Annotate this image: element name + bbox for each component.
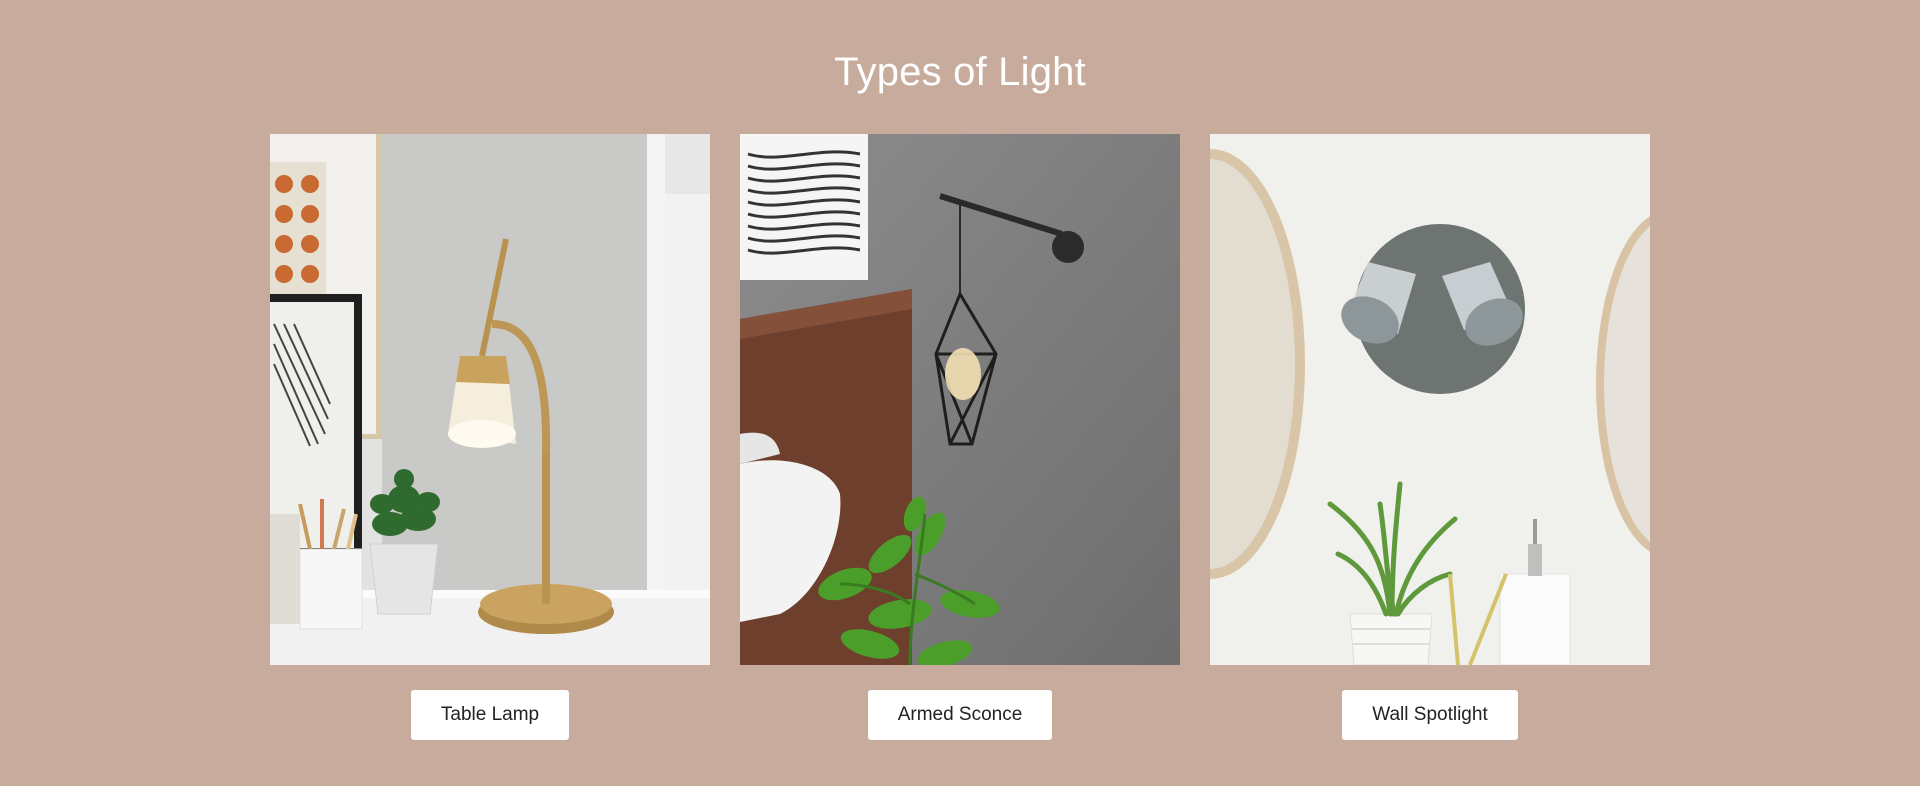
wall-spotlight-photo bbox=[1210, 134, 1650, 665]
cta-wrap: Wall Spotlight bbox=[1210, 690, 1650, 740]
types-of-light-section: Types of Light Table Lamp Armed Sconce W… bbox=[0, 0, 1920, 786]
armed-sconce-button[interactable]: Armed Sconce bbox=[867, 690, 1053, 740]
table-lamp-photo bbox=[270, 134, 710, 665]
cta-wrap: Table Lamp bbox=[270, 690, 710, 740]
section-title: Types of Light bbox=[834, 50, 1086, 94]
table-lamp-image[interactable] bbox=[270, 134, 710, 665]
card-wall-spotlight: Wall Spotlight bbox=[1210, 134, 1650, 740]
wall-spotlight-button[interactable]: Wall Spotlight bbox=[1342, 690, 1518, 740]
armed-sconce-image[interactable] bbox=[740, 134, 1180, 665]
wall-spotlight-image[interactable] bbox=[1210, 134, 1650, 665]
card-armed-sconce: Armed Sconce bbox=[740, 134, 1180, 740]
card-table-lamp: Table Lamp bbox=[270, 134, 710, 740]
table-lamp-button[interactable]: Table Lamp bbox=[410, 690, 570, 740]
cta-wrap: Armed Sconce bbox=[740, 690, 1180, 740]
armed-sconce-photo bbox=[740, 134, 1180, 665]
